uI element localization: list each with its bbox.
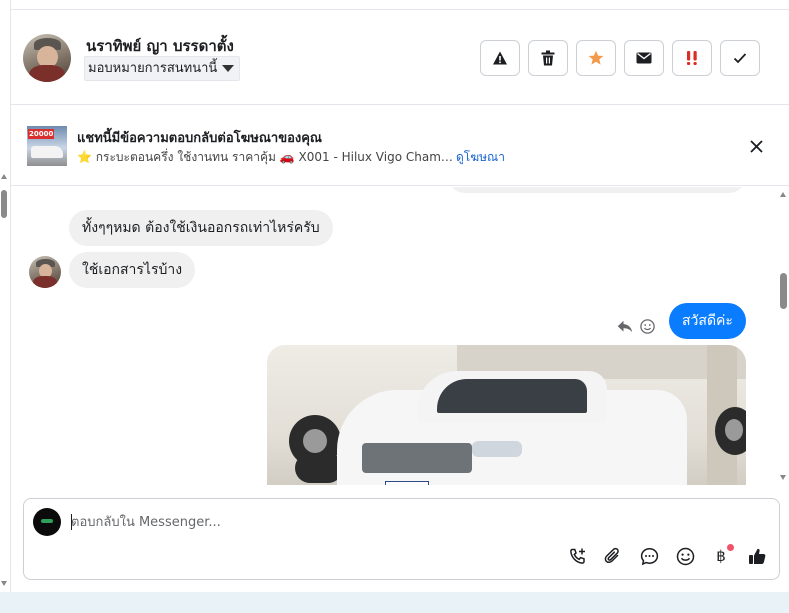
- ad-banner-subtitle: ⭐ กระบะตอนครึ่ง ใช้งานทน ราคาคุ้ม 🚗 X001…: [77, 150, 457, 164]
- smiley-icon: [676, 547, 694, 565]
- call-button[interactable]: [566, 545, 588, 567]
- ad-thumbnail-price: 20000: [29, 130, 54, 138]
- scroll-down-arrow[interactable]: [780, 475, 786, 480]
- reply-arrow-icon: [617, 320, 633, 333]
- previous-message-bubble: [448, 187, 746, 193]
- contact-avatar[interactable]: [23, 34, 71, 82]
- reply-button[interactable]: [617, 318, 633, 337]
- reply-input[interactable]: [71, 511, 761, 533]
- attach-button[interactable]: [602, 545, 624, 567]
- outgoing-image-message[interactable]: [267, 345, 746, 485]
- warning-icon: [493, 51, 507, 65]
- incoming-message[interactable]: ทั้งๆๆหมด ต้องใช้เงินออกรถเท่าไหร่ครับ: [69, 210, 333, 246]
- page-avatar: [33, 508, 61, 536]
- scroll-up-arrow[interactable]: [1, 174, 7, 179]
- conversation-actions: [480, 40, 760, 76]
- envelope-icon: [636, 52, 652, 64]
- composer-tools: ฿: [566, 544, 768, 567]
- notification-dot: [727, 544, 734, 551]
- scroll-up-arrow[interactable]: [780, 192, 786, 197]
- ad-banner-title: แชทนี้มีข้อความตอบกลับต่อโฆษณาของคุณ: [77, 131, 322, 146]
- assign-conversation-label: มอบหมายการสนทนานี้: [88, 61, 218, 76]
- message-list[interactable]: ทั้งๆๆหมด ต้องใช้เงินออกรถเท่าไหร่ครับ ใ…: [11, 187, 779, 485]
- message-scrollbar[interactable]: [778, 187, 789, 485]
- outgoing-message[interactable]: สวัสดีค่ะ: [669, 303, 746, 339]
- delete-button[interactable]: [528, 40, 568, 76]
- page-footer-background: [0, 592, 789, 613]
- exclamation-icon: [687, 51, 697, 65]
- check-icon: [733, 53, 747, 64]
- baht-icon: ฿: [716, 547, 726, 565]
- inbox-conversation-panel: นราทิพย์ ญา บรรดาตั้ง มอบหมายการสนทนานี้: [0, 0, 789, 613]
- text-cursor: [71, 514, 72, 530]
- chat-bubble-icon: [640, 547, 658, 565]
- emoji-button[interactable]: [674, 545, 696, 567]
- mark-unread-button[interactable]: [624, 40, 664, 76]
- like-button[interactable]: [746, 545, 768, 567]
- phone-plus-icon: [569, 548, 585, 564]
- reply-composer: ฿: [23, 498, 780, 580]
- ad-thumbnail[interactable]: 20000: [27, 126, 67, 166]
- close-banner-button[interactable]: [746, 136, 766, 156]
- paperclip-icon: [604, 547, 619, 563]
- view-ad-link[interactable]: ดูโฆษณา: [456, 148, 505, 167]
- caret-down-icon: [222, 65, 235, 72]
- payment-button[interactable]: ฿: [710, 544, 734, 567]
- report-spam-button[interactable]: [480, 40, 520, 76]
- thumbs-up-icon: [748, 548, 765, 564]
- saved-replies-button[interactable]: [638, 545, 660, 567]
- sender-avatar: [29, 256, 61, 288]
- star-button[interactable]: [576, 40, 616, 76]
- close-icon: [749, 139, 763, 153]
- page-scrollbar[interactable]: [0, 170, 9, 590]
- mark-done-button[interactable]: [720, 40, 760, 76]
- scroll-thumb[interactable]: [1, 190, 7, 218]
- scroll-down-arrow[interactable]: [1, 581, 7, 586]
- conversation-header: นราทิพย์ ญา บรรดาตั้ง มอบหมายการสนทนานี้: [11, 10, 789, 105]
- incoming-message[interactable]: ใช้เอกสารไรบ้าง: [69, 252, 196, 288]
- follow-up-button[interactable]: [672, 40, 712, 76]
- trash-icon: [541, 50, 555, 66]
- scroll-thumb[interactable]: [780, 273, 787, 309]
- smiley-icon: [640, 319, 655, 334]
- assign-conversation-dropdown[interactable]: มอบหมายการสนทนานี้: [84, 56, 241, 81]
- react-button[interactable]: [640, 319, 655, 338]
- star-icon: [588, 50, 604, 65]
- contact-name[interactable]: นราทิพย์ ญา บรรดาตั้ง: [86, 34, 234, 58]
- ad-reply-banner: 20000 แชทนี้มีข้อความตอบกลับต่อโฆษณาของค…: [11, 106, 789, 186]
